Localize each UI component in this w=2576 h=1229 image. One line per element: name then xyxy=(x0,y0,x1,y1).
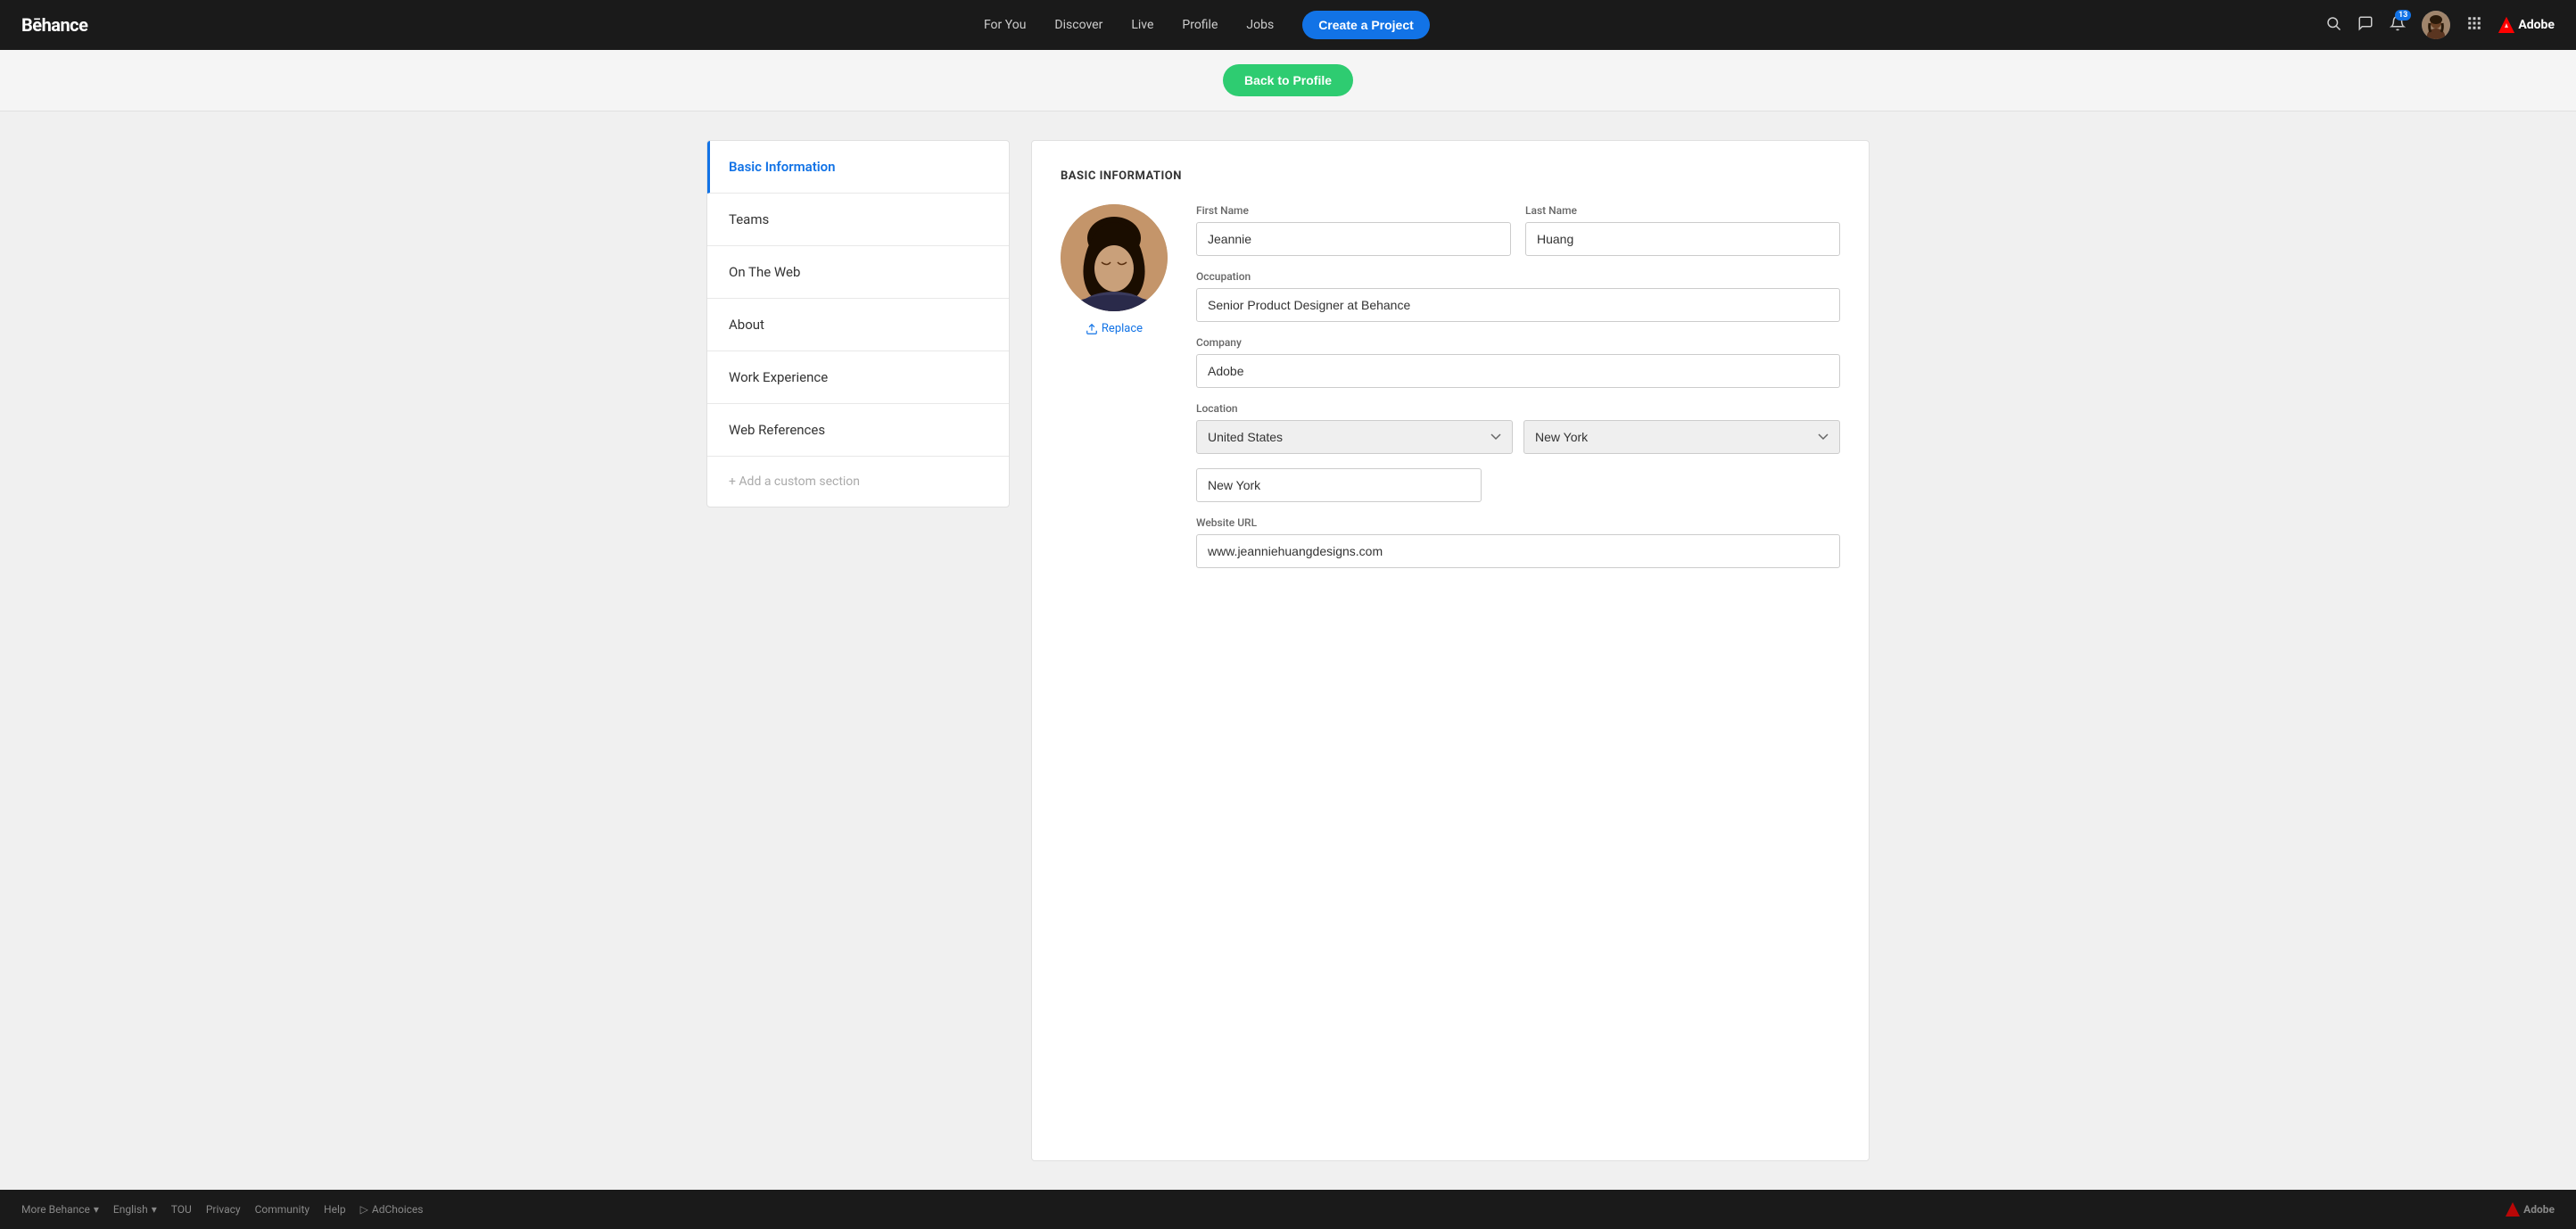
sidebar-card: Basic Information Teams On The Web About… xyxy=(706,140,1010,507)
form-top: Replace First Name Last Name xyxy=(1061,204,1840,582)
sidebar-item-on-the-web[interactable]: On The Web xyxy=(707,246,1009,299)
company-row: Company xyxy=(1196,336,1840,388)
sidebar-item-web-references[interactable]: Web References xyxy=(707,404,1009,457)
adobe-logo-header: Adobe xyxy=(2498,17,2555,33)
search-icon[interactable] xyxy=(2325,15,2341,36)
footer-tou-link[interactable]: TOU xyxy=(171,1203,192,1216)
last-name-input[interactable] xyxy=(1525,222,1840,256)
logo[interactable]: Bēhance xyxy=(21,14,87,36)
sidebar-item-work-experience[interactable]: Work Experience xyxy=(707,351,1009,404)
language-dropdown[interactable]: English ▾ xyxy=(113,1203,157,1216)
sidebar-item-basic-information[interactable]: Basic Information xyxy=(707,141,1009,194)
company-group: Company xyxy=(1196,336,1840,388)
form-card: BASIC INFORMATION xyxy=(1031,140,1870,1161)
occupation-input[interactable] xyxy=(1196,288,1840,322)
website-group: Website URL xyxy=(1196,516,1840,568)
last-name-label: Last Name xyxy=(1525,204,1840,217)
location-label: Location xyxy=(1196,402,1840,415)
footer-privacy-link[interactable]: Privacy xyxy=(206,1203,241,1216)
location-group: Location United States New York xyxy=(1196,402,1840,454)
create-project-button[interactable]: Create a Project xyxy=(1302,11,1430,39)
back-to-profile-button[interactable]: Back to Profile xyxy=(1223,64,1353,96)
nav-for-you[interactable]: For You xyxy=(984,18,1026,32)
more-behance-dropdown[interactable]: More Behance ▾ xyxy=(21,1203,99,1216)
avatar-area: Replace xyxy=(1061,204,1168,582)
messages-icon[interactable] xyxy=(2357,15,2374,36)
nav-discover[interactable]: Discover xyxy=(1054,18,1102,32)
notification-badge: 13 xyxy=(2395,10,2411,21)
website-input[interactable] xyxy=(1196,534,1840,568)
occupation-group: Occupation xyxy=(1196,270,1840,322)
sidebar-item-about[interactable]: About xyxy=(707,299,1009,351)
adchoices-link[interactable]: ▷ AdChoices xyxy=(360,1203,424,1216)
back-bar: Back to Profile xyxy=(0,50,2576,111)
adobe-logo-footer: Adobe xyxy=(2506,1202,2555,1217)
name-row: First Name Last Name xyxy=(1196,204,1840,256)
company-input[interactable] xyxy=(1196,354,1840,388)
occupation-label: Occupation xyxy=(1196,270,1840,283)
nav-jobs[interactable]: Jobs xyxy=(1246,18,1274,32)
footer-help-link[interactable]: Help xyxy=(324,1203,346,1216)
replace-avatar-link[interactable]: Replace xyxy=(1086,322,1143,335)
footer: More Behance ▾ English ▾ TOU Privacy Com… xyxy=(0,1190,2576,1229)
sidebar: Basic Information Teams On The Web About… xyxy=(706,140,1010,1161)
main-content: Basic Information Teams On The Web About… xyxy=(664,111,1912,1190)
nav-profile[interactable]: Profile xyxy=(1182,18,1218,32)
website-row: Website URL xyxy=(1196,516,1840,568)
location-row: Location United States New York xyxy=(1196,402,1840,454)
header: Bēhance For You Discover Live Profile Jo… xyxy=(0,0,2576,50)
adchoices-icon: ▷ xyxy=(360,1203,368,1216)
chevron-down-icon: ▾ xyxy=(152,1203,157,1216)
sidebar-item-teams[interactable]: Teams xyxy=(707,194,1009,246)
company-label: Company xyxy=(1196,336,1840,349)
form-fields: First Name Last Name Occupation xyxy=(1196,204,1840,582)
first-name-label: First Name xyxy=(1196,204,1511,217)
notifications-icon[interactable]: 13 xyxy=(2390,15,2406,36)
chevron-down-icon: ▾ xyxy=(94,1203,99,1216)
footer-right: Adobe xyxy=(2506,1202,2555,1217)
first-name-input[interactable] xyxy=(1196,222,1511,256)
occupation-row: Occupation xyxy=(1196,270,1840,322)
add-custom-section-button[interactable]: + Add a custom section xyxy=(707,457,1009,507)
city-group xyxy=(1196,468,1482,502)
first-name-group: First Name xyxy=(1196,204,1511,256)
last-name-group: Last Name xyxy=(1525,204,1840,256)
footer-community-link[interactable]: Community xyxy=(255,1203,310,1216)
form-section-title: BASIC INFORMATION xyxy=(1061,169,1840,183)
nav-live[interactable]: Live xyxy=(1131,18,1153,32)
website-label: Website URL xyxy=(1196,516,1840,529)
main-nav: For You Discover Live Profile Jobs Creat… xyxy=(984,11,1430,39)
country-select[interactable]: United States xyxy=(1196,420,1513,454)
state-select[interactable]: New York xyxy=(1523,420,1840,454)
header-icons: 13 Adobe xyxy=(2325,11,2555,39)
user-avatar[interactable] xyxy=(2422,11,2450,39)
grid-icon[interactable] xyxy=(2466,15,2482,36)
footer-left: More Behance ▾ English ▾ TOU Privacy Com… xyxy=(21,1203,424,1216)
profile-avatar xyxy=(1061,204,1168,311)
city-input[interactable] xyxy=(1196,468,1482,502)
city-row xyxy=(1196,468,1840,502)
